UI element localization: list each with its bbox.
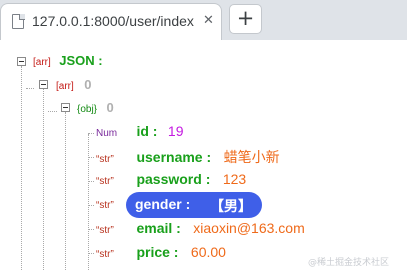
browser-tab[interactable]: 127.0.0.1:8000/user/index ✕ xyxy=(0,3,222,40)
type-tag: [arr] xyxy=(33,57,51,68)
field-key: username : xyxy=(136,149,212,165)
field-value: xiaoxin@163.com xyxy=(193,220,305,236)
close-icon[interactable]: ✕ xyxy=(203,13,214,28)
browser-tab-bar: 127.0.0.1:8000/user/index ✕ + xyxy=(0,0,407,40)
watermark: @稀土掘金技术社区 xyxy=(308,258,390,268)
type-tag: Num xyxy=(96,128,118,139)
node-key: JSON : xyxy=(59,53,103,68)
field-key: password : xyxy=(136,171,211,187)
selection-highlight[interactable]: gender : 【男】 xyxy=(126,192,262,218)
page-icon xyxy=(12,13,25,29)
type-tag: “str” xyxy=(96,176,114,187)
json-field-row[interactable]: “str” email : xiaoxin@163.com xyxy=(96,220,305,238)
field-value: 19 xyxy=(167,123,184,139)
tree-node-object[interactable]: {obj} 0 xyxy=(77,99,114,117)
collapse-toggle-root[interactable] xyxy=(17,57,26,66)
new-tab-button[interactable]: + xyxy=(229,4,262,34)
json-viewer: [arr] JSON : [arr] 0 {obj} 0 Num id : 19… xyxy=(0,40,407,270)
plus-icon: + xyxy=(236,6,255,30)
collapse-toggle-level2[interactable] xyxy=(61,103,70,112)
field-value: 123 xyxy=(222,171,247,187)
node-index: 0 xyxy=(84,77,92,92)
type-tag: “str” xyxy=(96,249,114,260)
tree-node-array[interactable]: [arr] 0 xyxy=(56,76,91,94)
field-value: 蜡笔小新 xyxy=(223,149,280,165)
field-value: 【男】 xyxy=(210,198,252,214)
type-tag: {obj} xyxy=(77,104,98,115)
collapse-toggle-level1[interactable] xyxy=(39,80,48,89)
field-key: gender : xyxy=(135,196,191,212)
json-field-row[interactable]: “str” price : 60.00 xyxy=(96,244,226,262)
field-key: email : xyxy=(136,220,181,236)
type-tag: “str” xyxy=(96,225,114,236)
field-value: 60.00 xyxy=(190,244,226,260)
node-index: 0 xyxy=(106,100,114,115)
field-key: price : xyxy=(136,244,179,260)
tab-title: 127.0.0.1:8000/user/index xyxy=(32,13,194,29)
json-field-row[interactable]: “str” password : 123 xyxy=(96,171,246,189)
field-key: id : xyxy=(136,123,158,139)
type-tag: [arr] xyxy=(56,81,74,92)
type-tag: “str” xyxy=(96,154,114,165)
tree-node-root[interactable]: [arr] JSON : xyxy=(33,52,103,70)
json-field-row[interactable]: Num id : 19 xyxy=(96,123,183,141)
json-field-row[interactable]: “str” username : 蜡笔小新 xyxy=(96,147,280,167)
